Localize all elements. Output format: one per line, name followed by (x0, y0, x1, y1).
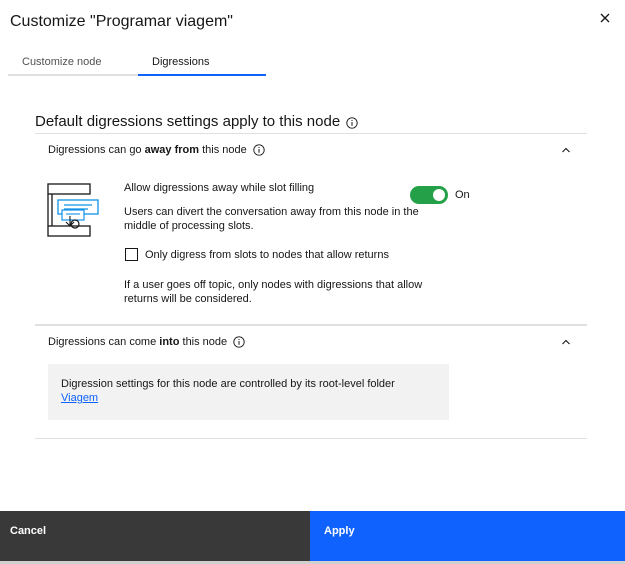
only-digress-checkbox-row[interactable]: Only digress from slots to nodes that al… (125, 248, 389, 261)
divider (35, 133, 587, 134)
tab-list: Customize node Digressions (8, 52, 266, 78)
tab-digressions[interactable]: Digressions (138, 52, 266, 76)
close-icon[interactable] (597, 10, 613, 26)
accordion-into-title: Digressions can come into this node (48, 336, 228, 348)
info-icon[interactable] (253, 144, 265, 156)
info-icon[interactable] (233, 336, 245, 348)
root-folder-info-text: Digression settings for this node are co… (61, 378, 395, 390)
info-icon[interactable] (346, 116, 358, 129)
slot-filling-description: Users can divert the conversation away f… (124, 206, 419, 232)
root-folder-link[interactable]: Viagem (61, 392, 98, 404)
apply-button[interactable]: Apply (310, 511, 625, 561)
modal-title: Customize "Programar viagem" (10, 13, 233, 30)
section-heading-text: Default digressions settings apply to th… (35, 113, 341, 130)
slot-filling-label: Allow digressions away while slot fillin… (124, 182, 315, 194)
cancel-button[interactable]: Cancel (0, 511, 310, 561)
accordion-away-title: Digressions can go away from this node (48, 144, 247, 156)
root-folder-info-box: Digression settings for this node are co… (48, 364, 449, 420)
toggle-state-label: On (455, 189, 470, 201)
slot-filling-toggle[interactable] (410, 186, 448, 204)
accordion-into-header[interactable]: Digressions can come into this node (48, 333, 578, 351)
returns-note: If a user goes off topic, only nodes wit… (124, 279, 423, 305)
modal-footer: Cancel Apply (0, 511, 625, 564)
customize-node-modal: Customize "Programar viagem" Customize n… (0, 0, 625, 564)
toggle-knob (433, 189, 445, 201)
divider (35, 324, 587, 326)
only-digress-checkbox-label: Only digress from slots to nodes that al… (145, 248, 389, 261)
chevron-up-icon[interactable] (560, 144, 572, 156)
only-digress-checkbox[interactable] (125, 248, 138, 261)
chevron-up-icon[interactable] (560, 336, 572, 348)
divider (35, 438, 587, 439)
tab-customize-node[interactable]: Customize node (8, 52, 138, 76)
accordion-away-header[interactable]: Digressions can go away from this node (48, 141, 578, 159)
section-heading: Default digressions settings apply to th… (35, 113, 358, 130)
digression-illustration (44, 182, 102, 240)
